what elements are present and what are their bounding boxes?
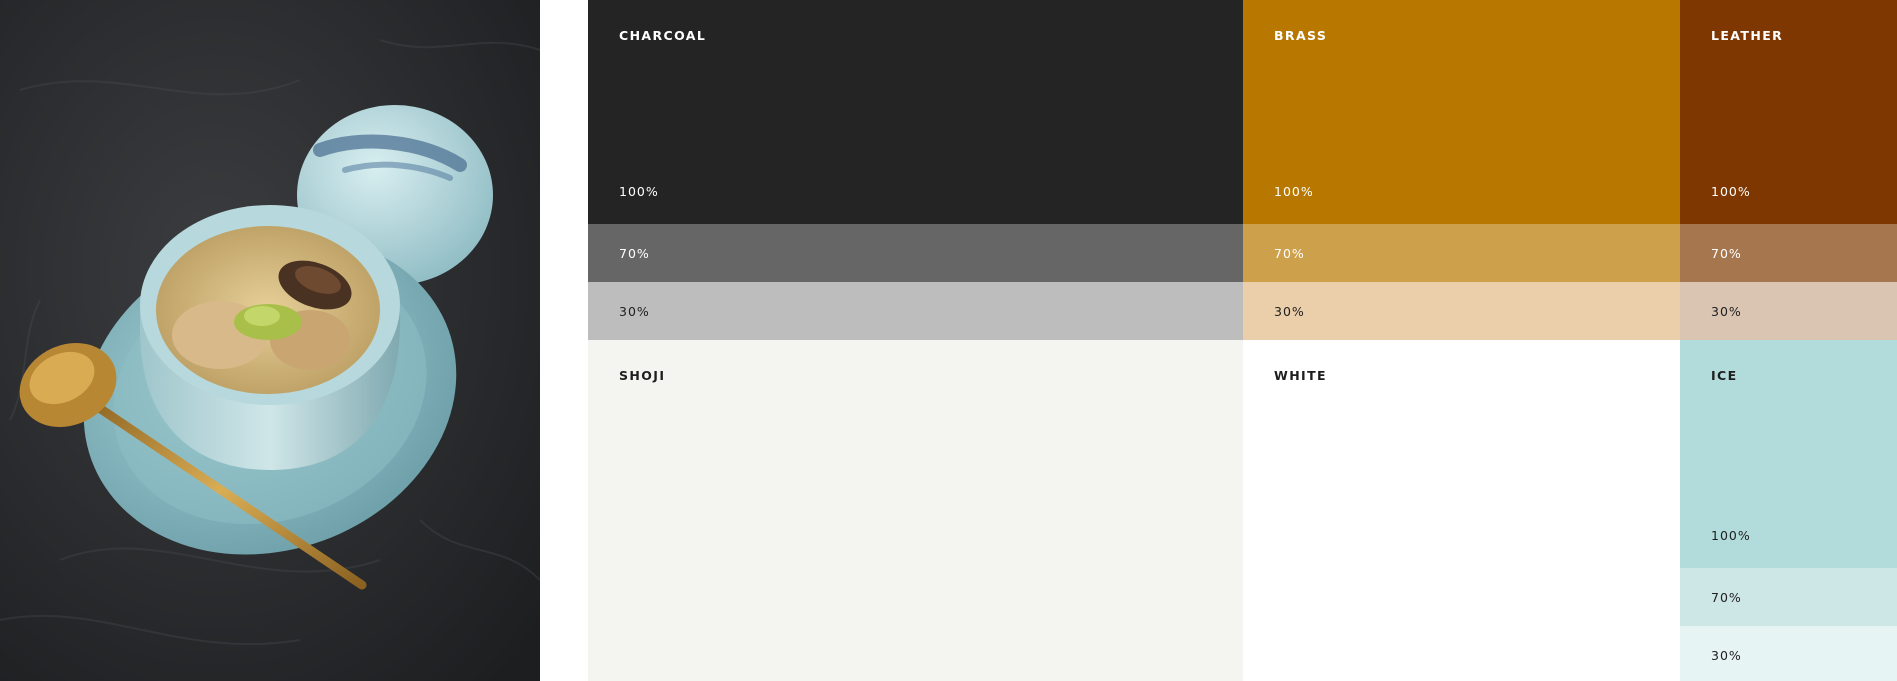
brass-swatch-100: BRASS 100% bbox=[1243, 0, 1680, 224]
charcoal-70-label: 70% bbox=[619, 246, 650, 261]
leather-70-label: 70% bbox=[1711, 246, 1742, 261]
brass-swatch-30: 30% bbox=[1243, 282, 1680, 340]
ice-name: ICE bbox=[1711, 368, 1738, 383]
white-name: WHITE bbox=[1274, 368, 1327, 383]
brass-swatch-70: 70% bbox=[1243, 224, 1680, 282]
ice-swatch-100: ICE 100% bbox=[1680, 340, 1897, 568]
charcoal-swatch-100: CHARCOAL 100% bbox=[588, 0, 1243, 224]
leather-30-label: 30% bbox=[1711, 304, 1742, 319]
brass-70-label: 70% bbox=[1274, 246, 1305, 261]
charcoal-name: CHARCOAL bbox=[619, 28, 707, 43]
shoji-swatch: SHOJI bbox=[588, 340, 1243, 681]
ice-30-label: 30% bbox=[1711, 648, 1742, 663]
leather-swatch-100: LEATHER 100% bbox=[1680, 0, 1897, 224]
leather-100-label: 100% bbox=[1711, 184, 1751, 199]
brass-name: BRASS bbox=[1274, 28, 1328, 43]
food-photo bbox=[0, 0, 540, 681]
charcoal-100-label: 100% bbox=[619, 184, 659, 199]
white-swatch: WHITE bbox=[1243, 340, 1680, 681]
charcoal-swatch-70: 70% bbox=[588, 224, 1243, 282]
leather-name: LEATHER bbox=[1711, 28, 1784, 43]
shoji-name: SHOJI bbox=[619, 368, 666, 383]
ice-swatch-30: 30% bbox=[1680, 626, 1897, 681]
ice-70-label: 70% bbox=[1711, 590, 1742, 605]
ice-100-label: 100% bbox=[1711, 528, 1751, 543]
ice-swatch-70: 70% bbox=[1680, 568, 1897, 626]
leather-swatch-70: 70% bbox=[1680, 224, 1897, 282]
charcoal-30-label: 30% bbox=[619, 304, 650, 319]
chawanmushi-photo-icon bbox=[0, 0, 540, 681]
leather-swatch-30: 30% bbox=[1680, 282, 1897, 340]
charcoal-swatch-30: 30% bbox=[588, 282, 1243, 340]
brass-100-label: 100% bbox=[1274, 184, 1314, 199]
palette-page: CHARCOAL 100% 70% 30% BRASS 100% 70% 30%… bbox=[0, 0, 1897, 681]
brass-30-label: 30% bbox=[1274, 304, 1305, 319]
